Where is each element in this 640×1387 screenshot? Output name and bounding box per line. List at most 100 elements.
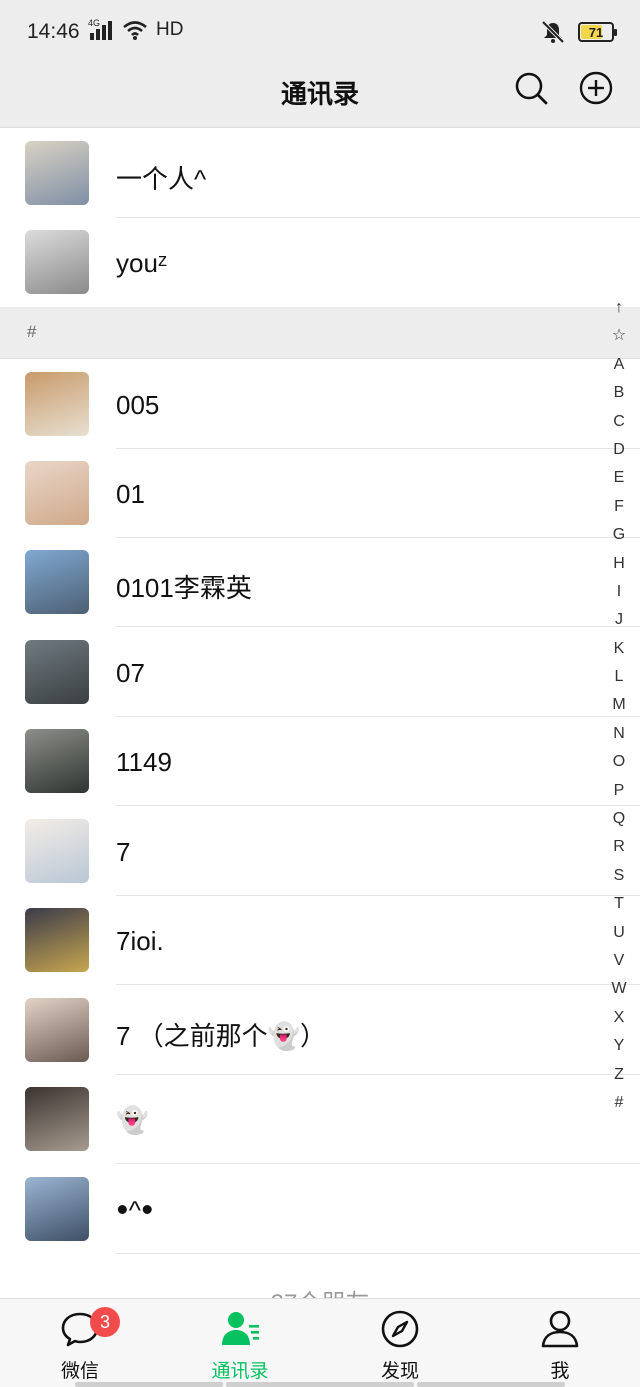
status-time: 14:46: [27, 20, 80, 43]
contact-name: 7ioi.: [116, 926, 164, 956]
contact-name: youᶻ: [116, 248, 168, 278]
avatar: [25, 908, 89, 972]
index-letter[interactable]: X: [608, 1004, 630, 1032]
index-letter[interactable]: R: [608, 833, 630, 861]
battery-level: 71: [588, 24, 604, 40]
index-letter[interactable]: Q: [608, 805, 630, 833]
add-icon[interactable]: [579, 71, 613, 105]
index-letter[interactable]: O: [608, 748, 630, 776]
wifi-icon: [123, 21, 147, 40]
contact-name: ꔷ^ꔷ: [116, 1195, 154, 1225]
alphabet-index-bar[interactable]: ↑ ☆ A B C D E F G H I J K L M N O P Q R S T U V W X Y Z #: [608, 294, 630, 1117]
tab-label: 我: [550, 1361, 570, 1382]
index-letter[interactable]: L: [608, 663, 630, 691]
unread-badge: 3: [90, 1307, 120, 1337]
contact-name: 07: [116, 658, 145, 688]
signal-icon: 4G: [88, 18, 112, 40]
avatar: [25, 1177, 89, 1241]
contact-row[interactable]: 7ioi.: [0, 896, 640, 985]
index-letter[interactable]: #: [608, 1089, 630, 1117]
top-nav-bar: 通讯录: [0, 62, 640, 128]
contact-name: 0101李霖英: [116, 573, 252, 603]
divider: [116, 805, 640, 806]
contact-row[interactable]: 7: [0, 807, 640, 896]
tab-me[interactable]: 我: [480, 1299, 640, 1387]
index-letter[interactable]: F: [608, 493, 630, 521]
index-letter[interactable]: I: [608, 578, 630, 606]
index-letter[interactable]: C: [608, 408, 630, 436]
contact-row[interactable]: 01: [0, 449, 640, 538]
index-letter[interactable]: V: [608, 947, 630, 975]
avatar: [25, 141, 89, 205]
contact-name: 一个人^: [116, 164, 207, 194]
contact-name: 👻: [116, 1105, 149, 1135]
vibrate-mute-icon: [541, 20, 565, 44]
index-letter[interactable]: A: [608, 351, 630, 379]
tab-discover[interactable]: 发现: [320, 1299, 480, 1387]
compass-icon: [381, 1310, 419, 1348]
contact-row[interactable]: 005: [0, 360, 640, 449]
index-letter[interactable]: S: [608, 862, 630, 890]
index-letter[interactable]: B: [608, 379, 630, 407]
contact-row[interactable]: 0101李霖英: [0, 538, 640, 627]
divider: [116, 984, 640, 985]
contact-row-starred-0[interactable]: 一个人^: [0, 129, 640, 218]
contact-row[interactable]: 👻: [0, 1075, 640, 1164]
index-letter[interactable]: G: [608, 521, 630, 549]
gesture-bar: [226, 1382, 414, 1387]
search-icon[interactable]: [514, 71, 548, 105]
section-header: #: [0, 307, 640, 359]
network-indicators: 4G HD: [88, 18, 183, 42]
divider: [116, 1163, 640, 1164]
index-letter[interactable]: N: [608, 720, 630, 748]
index-letter[interactable]: ↑: [608, 294, 630, 322]
divider: [116, 626, 640, 627]
battery-icon: 71: [578, 22, 617, 42]
index-letter[interactable]: W: [608, 975, 630, 1003]
contact-name: 01: [116, 479, 145, 509]
gesture-bar: [75, 1382, 223, 1387]
contacts-icon: [222, 1312, 259, 1345]
avatar: [25, 230, 89, 294]
index-letter[interactable]: D: [608, 436, 630, 464]
avatar: [25, 729, 89, 793]
tab-label: 发现: [380, 1361, 419, 1382]
index-letter[interactable]: P: [608, 777, 630, 805]
hd-label: HD: [156, 19, 184, 40]
contact-name: 005: [116, 390, 160, 420]
avatar: [25, 550, 89, 614]
index-letter[interactable]: M: [608, 691, 630, 719]
index-letter[interactable]: ☆: [608, 322, 630, 350]
contact-row[interactable]: ꔷ^ꔷ: [0, 1165, 640, 1254]
divider: [116, 1253, 640, 1254]
index-letter[interactable]: T: [608, 890, 630, 918]
avatar: [25, 461, 89, 525]
avatar: [25, 998, 89, 1062]
network-type-label: 4G: [88, 18, 100, 28]
tab-label: 通讯录: [211, 1361, 269, 1382]
index-letter[interactable]: Z: [608, 1061, 630, 1089]
index-letter[interactable]: K: [608, 635, 630, 663]
index-letter[interactable]: H: [608, 550, 630, 578]
index-letter[interactable]: Y: [608, 1032, 630, 1060]
index-letter[interactable]: U: [608, 919, 630, 947]
contact-name: 7 （之前那个👻）: [116, 1021, 327, 1051]
tab-chats[interactable]: 3 微信: [0, 1299, 160, 1387]
bottom-tab-bar: 3 微信 通讯录 发现 我: [0, 1298, 640, 1387]
avatar: [25, 819, 89, 883]
contact-row[interactable]: 07: [0, 628, 640, 717]
index-letter[interactable]: J: [608, 606, 630, 634]
contact-name: 1149: [116, 747, 172, 777]
avatar: [25, 1087, 89, 1151]
contact-row[interactable]: 7 （之前那个👻）: [0, 986, 640, 1075]
gesture-bar: [417, 1382, 565, 1387]
index-letter[interactable]: E: [608, 464, 630, 492]
status-right: 71: [540, 20, 617, 44]
tab-label: 微信: [60, 1361, 99, 1382]
tab-contacts[interactable]: 通讯录: [160, 1299, 320, 1387]
section-label: #: [27, 322, 37, 341]
contact-name: 7: [116, 837, 131, 867]
person-icon: [541, 1310, 579, 1348]
contact-row[interactable]: 1149: [0, 717, 640, 806]
contact-row-starred-1[interactable]: youᶻ: [0, 218, 640, 307]
